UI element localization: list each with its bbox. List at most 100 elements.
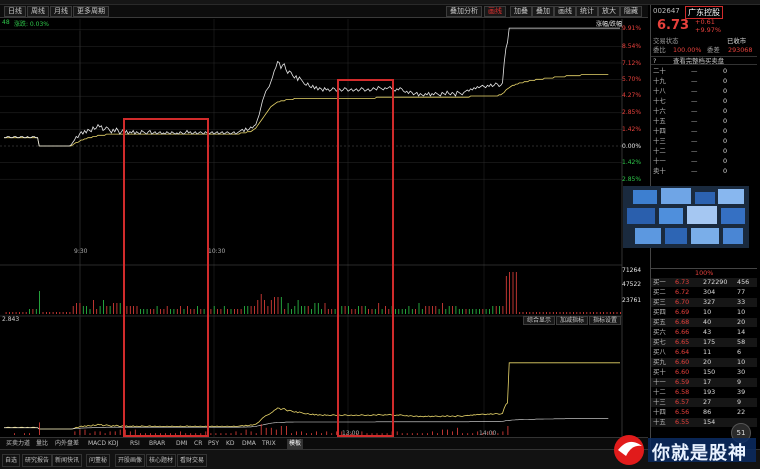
volume-bar <box>321 309 322 314</box>
status-watchlist[interactable]: 自选 <box>2 454 21 467</box>
status-value: 已收市 <box>727 37 747 45</box>
bid-volume: 40 <box>703 318 712 326</box>
status-ask-secretary[interactable]: 问董秘 <box>86 454 111 467</box>
volume-axis-1: 71264 <box>622 267 642 274</box>
volume-bar <box>260 294 262 314</box>
bid-price: 6.66 <box>675 328 690 336</box>
bid-price: 6.65 <box>675 338 690 346</box>
bid-volume: 154 <box>703 418 716 426</box>
indicator-tab-4[interactable]: KDJ <box>108 439 118 449</box>
indicator-bar <box>39 422 40 435</box>
indicator-tab-2[interactable]: 内外盘差 <box>55 439 79 449</box>
overlay-analysis-button[interactable]: 叠加分析 <box>446 6 482 17</box>
volume-bar <box>5 312 7 314</box>
volume-bar <box>15 312 17 314</box>
statistics-button[interactable]: 统计 <box>576 6 598 17</box>
indicator-settings-button[interactable]: 指标设置 <box>589 316 622 325</box>
volume-bar <box>482 309 484 314</box>
indicator-bar <box>437 433 438 435</box>
indicator-tab-0[interactable]: 买卖力道 <box>6 439 30 449</box>
bid-row: 十一 6.59 17 9 <box>651 378 757 387</box>
zoom-button[interactable]: 放大 <box>598 6 620 17</box>
indicator-bar <box>235 431 237 435</box>
volume-bar <box>240 309 242 314</box>
volume-bar <box>62 312 64 314</box>
indicator-tab-1[interactable]: 量比 <box>36 439 48 449</box>
volume-bar <box>291 309 292 314</box>
bid-price: 6.64 <box>675 348 690 356</box>
volume-bar <box>244 306 245 314</box>
bid-price: 6.59 <box>675 378 690 386</box>
indicator-tab-7[interactable]: DMI <box>176 439 188 449</box>
volume-bar <box>445 309 447 314</box>
volume-bar <box>270 300 272 314</box>
volume-bar <box>455 306 457 314</box>
indicator-tab-3[interactable]: MACD <box>88 439 106 449</box>
volume-bar <box>398 309 400 314</box>
volume-bar <box>82 306 84 314</box>
bid-level-label: 买六 <box>653 328 666 336</box>
bid-orders: 20 <box>737 318 746 326</box>
bid-row: 买七 6.65 175 58 <box>651 338 757 347</box>
period-day-button[interactable]: 日线 <box>4 6 26 17</box>
status-core-theme[interactable]: 核心题材 <box>146 454 177 467</box>
hide-button[interactable]: 隐藏 <box>620 6 642 17</box>
bid-level-label: 买九 <box>653 358 666 366</box>
ratio-row: 100% <box>651 268 757 277</box>
bid-level-label: 买七 <box>653 338 666 346</box>
volume-bar <box>609 312 611 314</box>
indicator-tab-11[interactable]: DMA <box>242 439 256 449</box>
full-depth-link[interactable]: 查看完整档买卖盘 <box>673 57 724 66</box>
period-week-button[interactable]: 周线 <box>27 6 49 17</box>
volume-bar <box>22 312 24 314</box>
indicator-tab-8[interactable]: CR <box>194 439 202 449</box>
indicator-tab-10[interactable]: KD <box>226 439 235 449</box>
volume-bar <box>569 312 571 314</box>
volume-bar <box>250 306 252 314</box>
chart-canvas[interactable] <box>0 19 648 437</box>
axis-label-5: 4.27% <box>622 92 642 99</box>
indicator-tab-6[interactable]: BRAR <box>149 439 165 449</box>
status-news[interactable]: 新闻快讯 <box>52 454 83 467</box>
indicator-tab-12[interactable]: TRIX <box>262 439 276 449</box>
volume-bar <box>425 306 427 314</box>
add-overlay-button[interactable]: 加叠 <box>510 6 532 17</box>
volume-bar <box>405 309 406 314</box>
indicator-tab-13[interactable]: 模板 <box>287 439 304 449</box>
intraday-chart[interactable]: 48 涨跌: 0.03% 涨幅/跌幅 9.91% 8.54% 7.12% 5.7… <box>0 19 648 437</box>
draw-button[interactable]: 画线 <box>554 6 576 17</box>
indicator-bar <box>502 431 504 435</box>
indicator-bar <box>301 431 302 435</box>
bid-orders: 14 <box>737 328 746 336</box>
bid-row: 买一 6.73 272290 456 <box>651 278 757 287</box>
indicator-bar <box>396 431 398 435</box>
volume-bar <box>542 312 544 314</box>
bid-orders: 39 <box>737 388 746 396</box>
full-depth-row[interactable]: ? 查看完整档买卖盘 <box>651 56 757 65</box>
period-month-button[interactable]: 月线 <box>50 6 72 17</box>
status-stock-profile[interactable]: 开股画像 <box>115 454 146 467</box>
add-indicator-button[interactable]: 加减指标 <box>556 316 589 325</box>
bid-row: 十三 6.57 27 9 <box>651 398 757 407</box>
bid-price: 6.58 <box>675 388 690 396</box>
indicator-tab-9[interactable]: PSY <box>208 439 219 449</box>
volume-bar <box>479 309 480 314</box>
status-research[interactable]: 研究报告 <box>22 454 53 467</box>
volume-bar <box>495 306 497 314</box>
overlay-button[interactable]: 叠加 <box>532 6 554 17</box>
draw-line-button[interactable]: 画线 <box>484 6 506 17</box>
volume-bar <box>274 297 275 314</box>
more-periods-button[interactable]: 更多周期 <box>73 6 109 17</box>
indicator-bar <box>99 431 101 435</box>
volume-bar <box>539 312 541 314</box>
status-trading[interactable]: 看财交易 <box>177 454 208 467</box>
indicator-tabs: 买卖力道 量比 内外盘差 MACD KDJ RSI BRAR DMI CR PSY KD DMA TRI… <box>0 437 648 449</box>
bid-orders: 6 <box>737 348 742 356</box>
indicator-tab-5[interactable]: RSI <box>130 439 140 449</box>
ask-price: — <box>691 127 698 135</box>
ask-volume: 0 <box>723 157 728 165</box>
combined-display-button[interactable]: 综合显示 <box>523 316 556 325</box>
volume-axis-2: 47522 <box>622 281 642 288</box>
volume-bar <box>72 306 74 314</box>
volume-bar <box>324 303 326 314</box>
